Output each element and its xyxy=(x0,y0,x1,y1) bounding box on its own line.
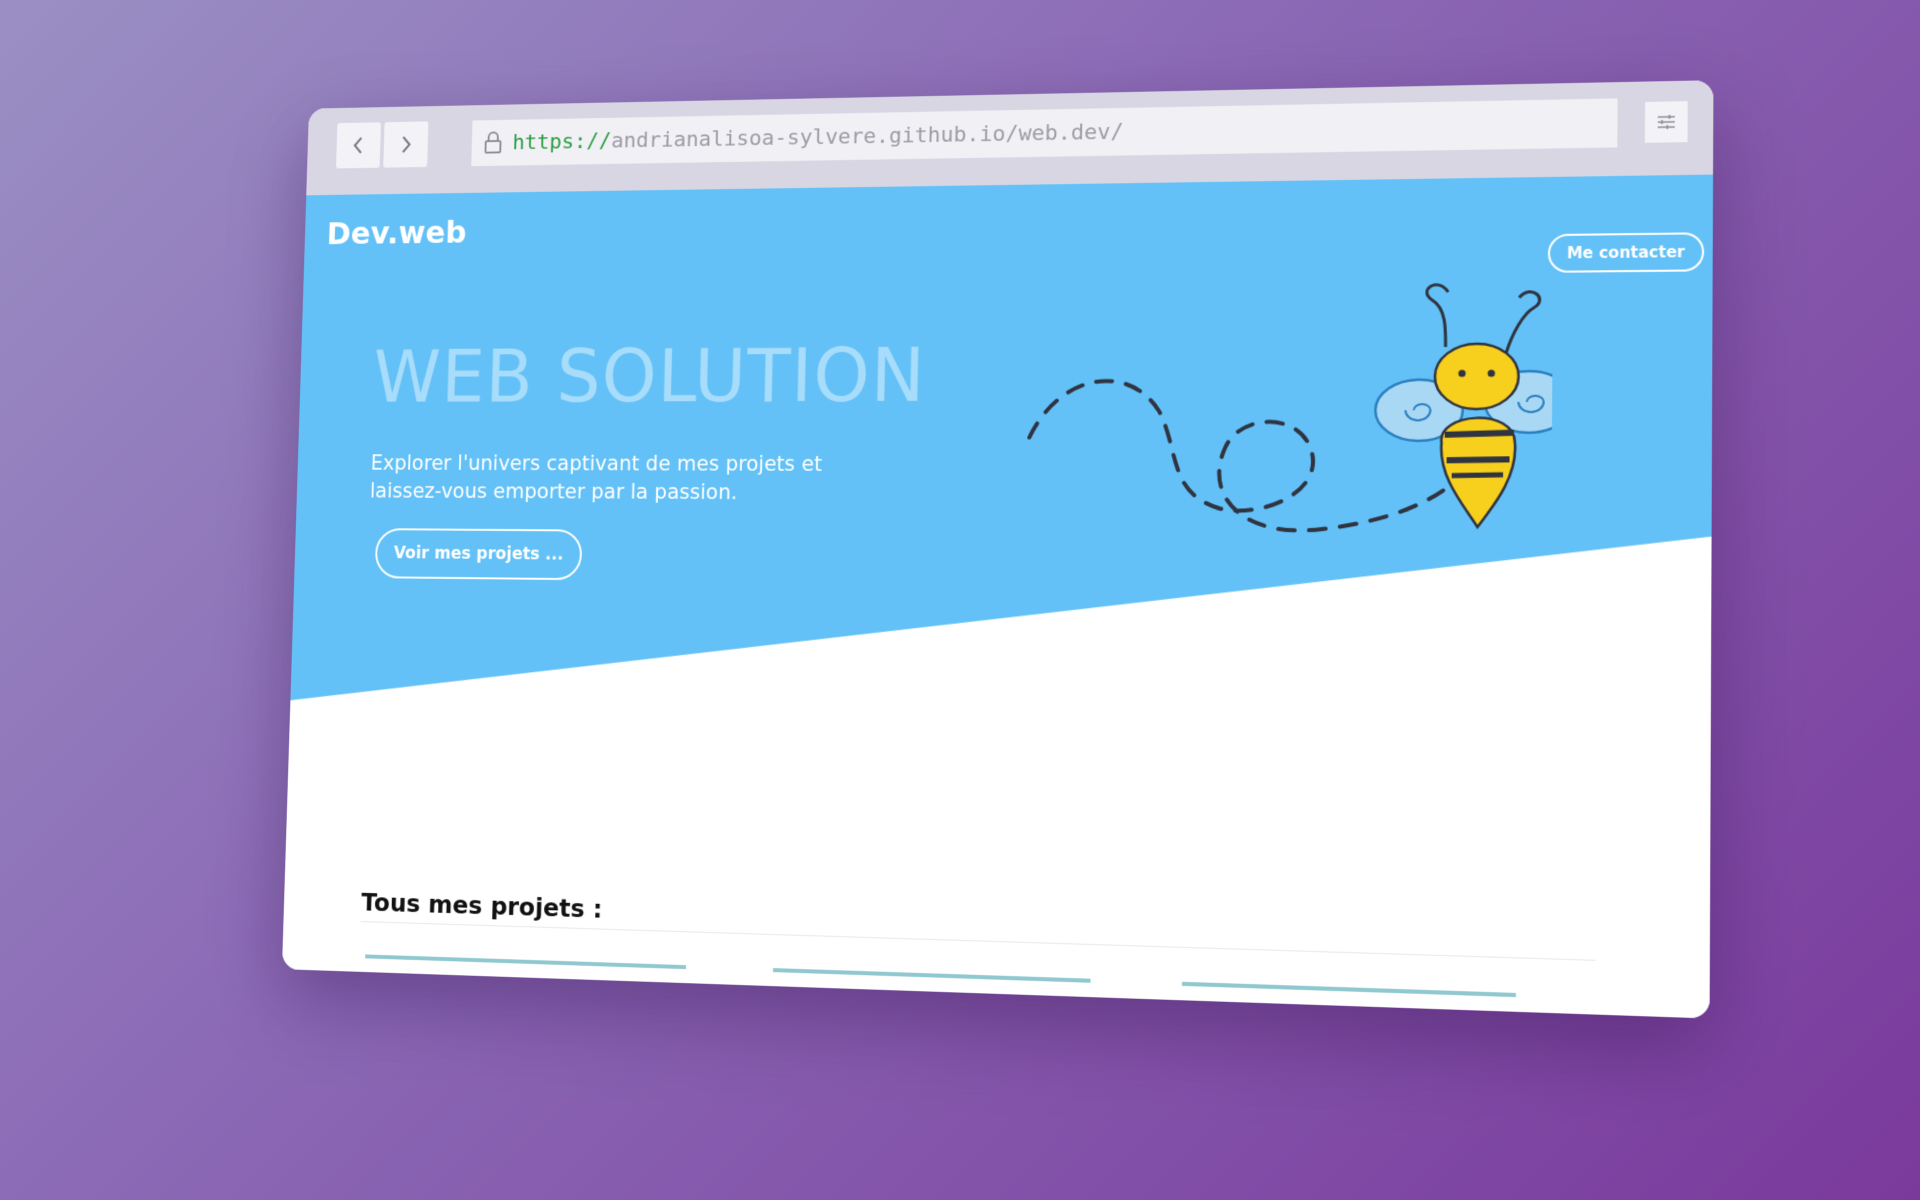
sliders-icon xyxy=(1656,114,1677,131)
scene: https:// andrianalisoa-sylvere.github.io… xyxy=(0,0,1920,1200)
lock-icon xyxy=(483,130,504,155)
settings-button[interactable] xyxy=(1644,101,1688,143)
hero-title: WEB SOLUTION xyxy=(372,333,927,419)
section-divider xyxy=(360,921,1596,961)
projects-section-title: Tous mes projets : xyxy=(360,887,603,924)
bee-illustration xyxy=(1017,258,1554,608)
chevron-right-icon xyxy=(397,134,414,155)
project-card[interactable] xyxy=(772,968,1091,983)
project-card[interactable] xyxy=(365,954,686,970)
url-text: andrianalisoa-sylvere.github.io/web.dev/ xyxy=(610,119,1124,153)
web-page: Dev.web Me contacter WEB SOLUTION Explor… xyxy=(281,174,1713,1019)
project-card[interactable] xyxy=(1181,981,1516,998)
url-scheme: https:// xyxy=(512,128,612,155)
chevron-left-icon xyxy=(350,135,367,156)
hero-text: Explorer l'univers captivant de mes proj… xyxy=(369,451,823,504)
address-bar[interactable]: https:// andrianalisoa-sylvere.github.io… xyxy=(471,98,1618,167)
forward-button[interactable] xyxy=(383,121,429,168)
contact-button[interactable]: Me contacter xyxy=(1547,232,1705,273)
back-button[interactable] xyxy=(336,122,381,169)
site-logo[interactable]: Dev.web xyxy=(326,214,467,252)
browser-window: https:// andrianalisoa-sylvere.github.io… xyxy=(281,80,1714,1019)
view-projects-button[interactable]: Voir mes projets ... xyxy=(374,528,583,581)
